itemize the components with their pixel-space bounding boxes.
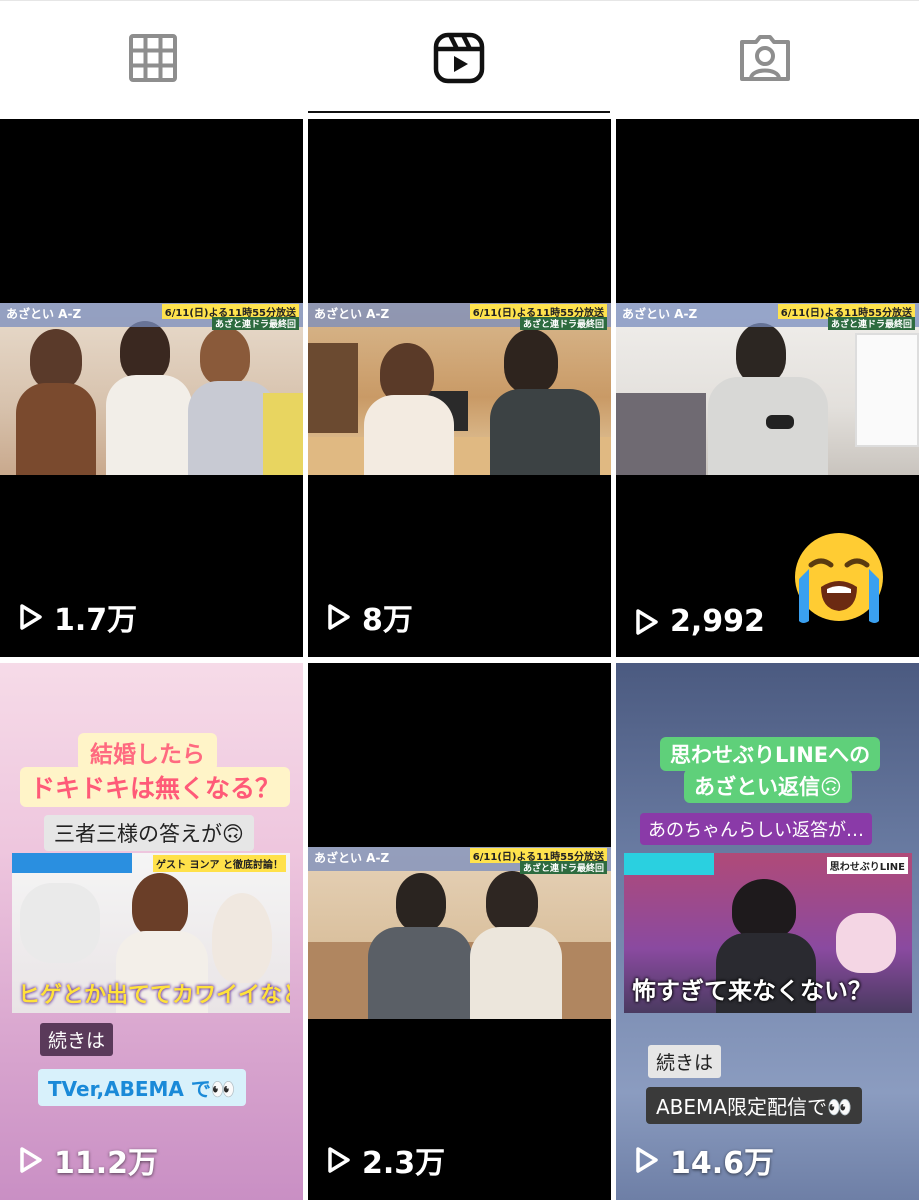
reel-thumbnail: あざとい A-Z 6/11(日)よる11時55分放送 あざと連ドラ最終回 [0, 303, 303, 475]
banner-title: あざとい A-Z [314, 851, 390, 865]
tab-reels[interactable] [306, 1, 612, 114]
play-icon [328, 604, 350, 630]
program-banner: あざとい A-Z 6/11(日)よる11時55分放送 あざと連ドラ最終回 [616, 303, 919, 330]
tv-screenshot: 思わせぶりLINE 怖すぎて来なくない？ [624, 853, 912, 1013]
reel-tile[interactable]: あざとい A-Z 6/11(日)よる11時55分放送 あざと連ドラ最終回 1.7… [0, 119, 303, 657]
program-banner: あざとい A-Z 6/11(日)よる11時55分放送 あざと連ドラ最終回 [308, 303, 611, 330]
view-count: 1.7万 [18, 595, 137, 639]
reel-thumbnail: あざとい A-Z 6/11(日)よる11時55分放送 あざと連ドラ最終回 [616, 303, 919, 475]
profile-tab-bar [0, 0, 919, 114]
banner-subtitle: あざと連ドラ最終回 [211, 317, 299, 330]
reel-title-line1: 結婚したら [78, 733, 217, 771]
program-banner: あざとい A-Z 6/11(日)よる11時55分放送 あざと連ドラ最終回 [308, 847, 611, 874]
reel-subtitle: 三者三様の答えが🙃 [44, 815, 254, 851]
view-count: 2,992 [634, 604, 765, 639]
more-text: TVer,ABEMA で👀 [38, 1069, 246, 1106]
banner-subtitle: あざと連ドラ最終回 [519, 861, 607, 874]
tv-screenshot: ゲスト ヨンア と徹底討論！ ヒゲとか出ててカワイイなとか [12, 853, 290, 1013]
reel-thumbnail: あざとい A-Z 6/11(日)よる11時55分放送 あざと連ドラ最終回 [308, 847, 611, 1019]
tv-banner: ゲスト ヨンア と徹底討論！ [153, 855, 286, 872]
play-icon [20, 604, 42, 630]
view-count-text: 11.2万 [54, 1146, 159, 1181]
reel-tile[interactable]: あざとい A-Z 6/11(日)よる11時55分放送 あざと連ドラ最終回 2.3… [308, 663, 611, 1200]
reel-title-line2: ドキドキは無くなる？ [20, 767, 291, 807]
tv-caption: 怖すぎて来なくない？ [632, 977, 872, 1005]
view-count-text: 2,992 [670, 604, 765, 639]
view-count-text: 14.6万 [670, 1146, 775, 1181]
more-text: ABEMA限定配信で👀 [646, 1087, 862, 1124]
banner-title: あざとい A-Z [622, 307, 698, 321]
banner-title: あざとい A-Z [314, 307, 390, 321]
banner-subtitle: あざと連ドラ最終回 [519, 317, 607, 330]
grid-icon [129, 33, 177, 82]
reel-title-line2: あざとい返信🙃 [684, 769, 852, 803]
view-count-text: 8万 [362, 603, 413, 638]
tab-tagged[interactable] [612, 1, 918, 114]
more-label: 続きは [648, 1045, 722, 1078]
program-banner: あざとい A-Z 6/11(日)よる11時55分放送 あざと連ドラ最終回 [0, 303, 303, 330]
more-label: 続きは [40, 1023, 114, 1056]
reel-tile[interactable]: あざとい A-Z 6/11(日)よる11時55分放送 あざと連ドラ最終回 8万 [308, 119, 611, 657]
play-icon [636, 1147, 658, 1173]
reel-thumbnail: あざとい A-Z 6/11(日)よる11時55分放送 あざと連ドラ最終回 [308, 303, 611, 475]
view-count-text: 1.7万 [54, 603, 138, 638]
play-icon [328, 1147, 350, 1173]
reel-tile[interactable]: あざとい A-Z 6/11(日)よる11時55分放送 あざと連ドラ最終回 2,9… [616, 119, 919, 657]
banner-title: あざとい A-Z [6, 307, 82, 321]
tab-posts[interactable] [0, 1, 306, 114]
tv-caption: ヒゲとか出ててカワイイなとか [18, 983, 290, 1008]
tagged-person-icon [740, 34, 790, 81]
loudly-crying-face-emoji [795, 533, 883, 623]
view-count-text: 2.3万 [362, 1146, 446, 1181]
tv-banner: 思わせぶりLINE [826, 857, 908, 874]
play-icon [636, 608, 658, 635]
reel-tile[interactable]: 思わせぶりLINEへの あざとい返信🙃 あのちゃんらしい返答が… 思わせぶりLI… [616, 663, 919, 1200]
reel-subtitle: あのちゃんらしい返答が… [640, 813, 872, 845]
reels-icon [433, 32, 485, 83]
view-count: 11.2万 [18, 1138, 158, 1182]
reel-tile[interactable]: 結婚したら ドキドキは無くなる？ 三者三様の答えが🙃 ゲスト ヨンア と徹底討論… [0, 663, 303, 1200]
view-count: 2.3万 [326, 1138, 445, 1182]
banner-subtitle: あざと連ドラ最終回 [827, 317, 915, 330]
view-count: 8万 [326, 595, 413, 639]
reel-title-line1: 思わせぶりLINEへの [660, 737, 881, 771]
view-count: 14.6万 [634, 1138, 774, 1182]
reels-grid: あざとい A-Z 6/11(日)よる11時55分放送 あざと連ドラ最終回 1.7… [0, 113, 919, 1200]
play-icon [20, 1147, 42, 1173]
